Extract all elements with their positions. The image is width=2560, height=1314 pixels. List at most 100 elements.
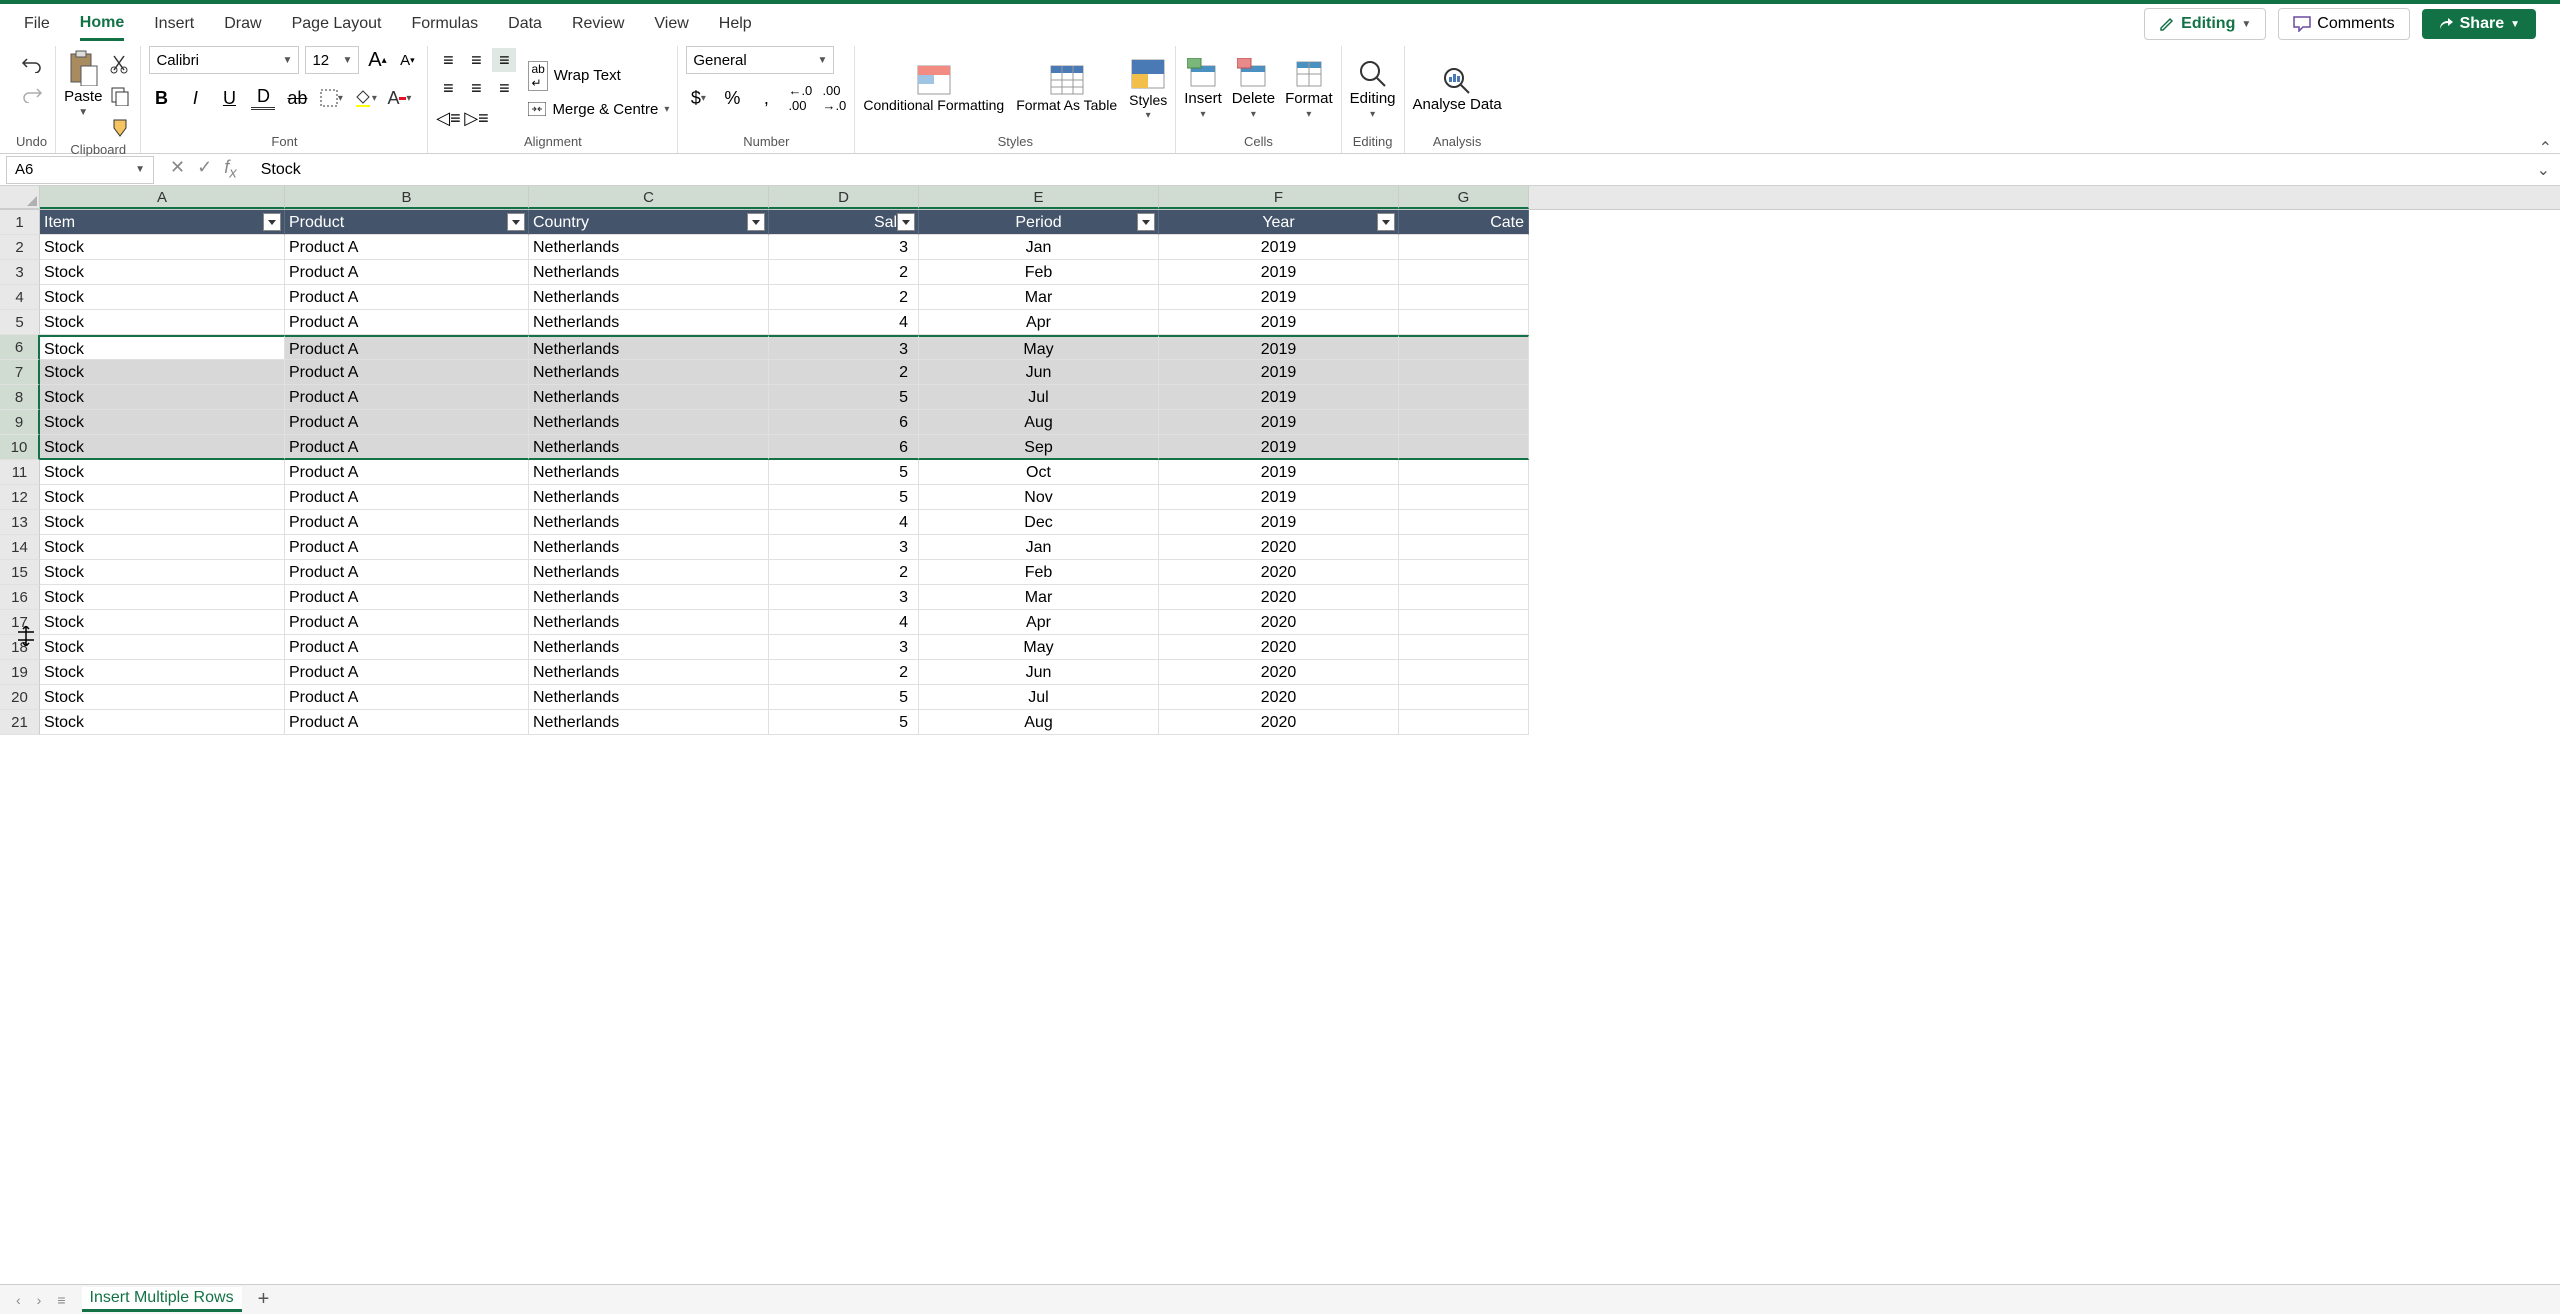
row-header-20[interactable]: 20 [0,685,40,710]
strikethrough-button[interactable]: ab [285,86,309,110]
cell-A14[interactable]: Stock [40,535,285,560]
table-header-period[interactable]: Period [919,210,1159,235]
cell-F18[interactable]: 2020 [1159,635,1399,660]
row-header-6[interactable]: 6 [0,335,40,360]
cell-C6[interactable]: Netherlands [529,335,769,360]
merge-centre-button[interactable]: Merge & Centre▾ [528,101,669,118]
decrease-indent-button[interactable]: ◁≡ [436,106,460,130]
cell-F14[interactable]: 2020 [1159,535,1399,560]
menu-file[interactable]: File [24,9,50,39]
menu-formulas[interactable]: Formulas [411,9,478,39]
cell-D10[interactable]: 6 [769,435,919,460]
row-header-21[interactable]: 21 [0,710,40,735]
insert-cells-button[interactable]: Insert▾ [1184,58,1222,120]
cell-A16[interactable]: Stock [40,585,285,610]
cell-G18[interactable] [1399,635,1529,660]
col-header-F[interactable]: F [1159,186,1399,209]
underline-button[interactable]: U [217,86,241,110]
table-header-cate[interactable]: Cate [1399,210,1529,235]
table-header-year[interactable]: Year [1159,210,1399,235]
cell-E10[interactable]: Sep [919,435,1159,460]
align-left-button[interactable]: ≡ [436,76,460,100]
row-header-16[interactable]: 16 [0,585,40,610]
cell-E4[interactable]: Mar [919,285,1159,310]
format-painter-button[interactable] [108,116,132,140]
cell-D12[interactable]: 5 [769,485,919,510]
cell-D14[interactable]: 3 [769,535,919,560]
cell-G15[interactable] [1399,560,1529,585]
filter-button-period[interactable] [1137,213,1155,231]
cell-E21[interactable]: Aug [919,710,1159,735]
cell-A7[interactable]: Stock [40,360,285,385]
cell-F12[interactable]: 2019 [1159,485,1399,510]
cell-D13[interactable]: 4 [769,510,919,535]
cell-D15[interactable]: 2 [769,560,919,585]
filter-button-sales[interactable] [897,213,915,231]
cell-B14[interactable]: Product A [285,535,529,560]
share-button[interactable]: Share ▼ [2422,9,2536,39]
redo-button[interactable] [20,82,44,106]
row-header-9[interactable]: 9 [0,410,40,435]
align-center-button[interactable]: ≡ [464,76,488,100]
comments-button[interactable]: Comments [2278,8,2409,40]
editing-button[interactable]: Editing▾ [1350,58,1396,120]
cell-E6[interactable]: May [919,335,1159,360]
cell-F7[interactable]: 2019 [1159,360,1399,385]
menu-draw[interactable]: Draw [224,9,261,39]
row-header-11[interactable]: 11 [0,460,40,485]
expand-formula-bar-button[interactable]: ⌄ [2537,160,2550,180]
cell-G17[interactable] [1399,610,1529,635]
cell-E20[interactable]: Jul [919,685,1159,710]
font-size-select[interactable]: 12▼ [305,46,359,74]
cell-B15[interactable]: Product A [285,560,529,585]
select-all-button[interactable] [0,186,40,209]
editing-mode-button[interactable]: Editing ▼ [2144,8,2266,40]
cell-C11[interactable]: Netherlands [529,460,769,485]
cell-A9[interactable]: Stock [40,410,285,435]
cell-F20[interactable]: 2020 [1159,685,1399,710]
filter-button-year[interactable] [1377,213,1395,231]
borders-button[interactable]: ▾ [319,86,343,110]
cell-E9[interactable]: Aug [919,410,1159,435]
cell-C12[interactable]: Netherlands [529,485,769,510]
menu-insert[interactable]: Insert [154,9,194,39]
decrease-font-button[interactable]: A▾ [395,48,419,72]
cell-C9[interactable]: Netherlands [529,410,769,435]
col-header-D[interactable]: D [769,186,919,209]
cell-F21[interactable]: 2020 [1159,710,1399,735]
percent-button[interactable]: % [720,86,744,110]
row-header-15[interactable]: 15 [0,560,40,585]
cell-styles-button[interactable]: Styles▾ [1129,58,1167,121]
cell-A10[interactable]: Stock [40,435,285,460]
cell-D4[interactable]: 2 [769,285,919,310]
fill-color-button[interactable]: ▾ [353,86,377,110]
cell-C5[interactable]: Netherlands [529,310,769,335]
menu-page-layout[interactable]: Page Layout [292,9,382,39]
cell-D19[interactable]: 2 [769,660,919,685]
cell-B19[interactable]: Product A [285,660,529,685]
cell-F3[interactable]: 2019 [1159,260,1399,285]
table-header-sales[interactable]: Sales [769,210,919,235]
cell-G21[interactable] [1399,710,1529,735]
spreadsheet-grid[interactable]: ABCDEFG 1ItemProductCountrySalesPeriodYe… [0,186,2560,735]
double-underline-button[interactable]: D [251,86,275,110]
enter-formula-button[interactable]: ✓ [197,157,212,182]
copy-button[interactable] [108,84,132,108]
cell-D21[interactable]: 5 [769,710,919,735]
italic-button[interactable]: I [183,86,207,110]
cell-G20[interactable] [1399,685,1529,710]
row-header-8[interactable]: 8 [0,385,40,410]
align-bottom-button[interactable]: ≡ [492,48,516,72]
cell-E7[interactable]: Jun [919,360,1159,385]
row-header-10[interactable]: 10 [0,435,40,460]
cell-E8[interactable]: Jul [919,385,1159,410]
cell-D11[interactable]: 5 [769,460,919,485]
row-header-5[interactable]: 5 [0,310,40,335]
cell-F4[interactable]: 2019 [1159,285,1399,310]
cell-F10[interactable]: 2019 [1159,435,1399,460]
cell-G8[interactable] [1399,385,1529,410]
col-header-E[interactable]: E [919,186,1159,209]
cell-G19[interactable] [1399,660,1529,685]
cell-B13[interactable]: Product A [285,510,529,535]
cell-G11[interactable] [1399,460,1529,485]
